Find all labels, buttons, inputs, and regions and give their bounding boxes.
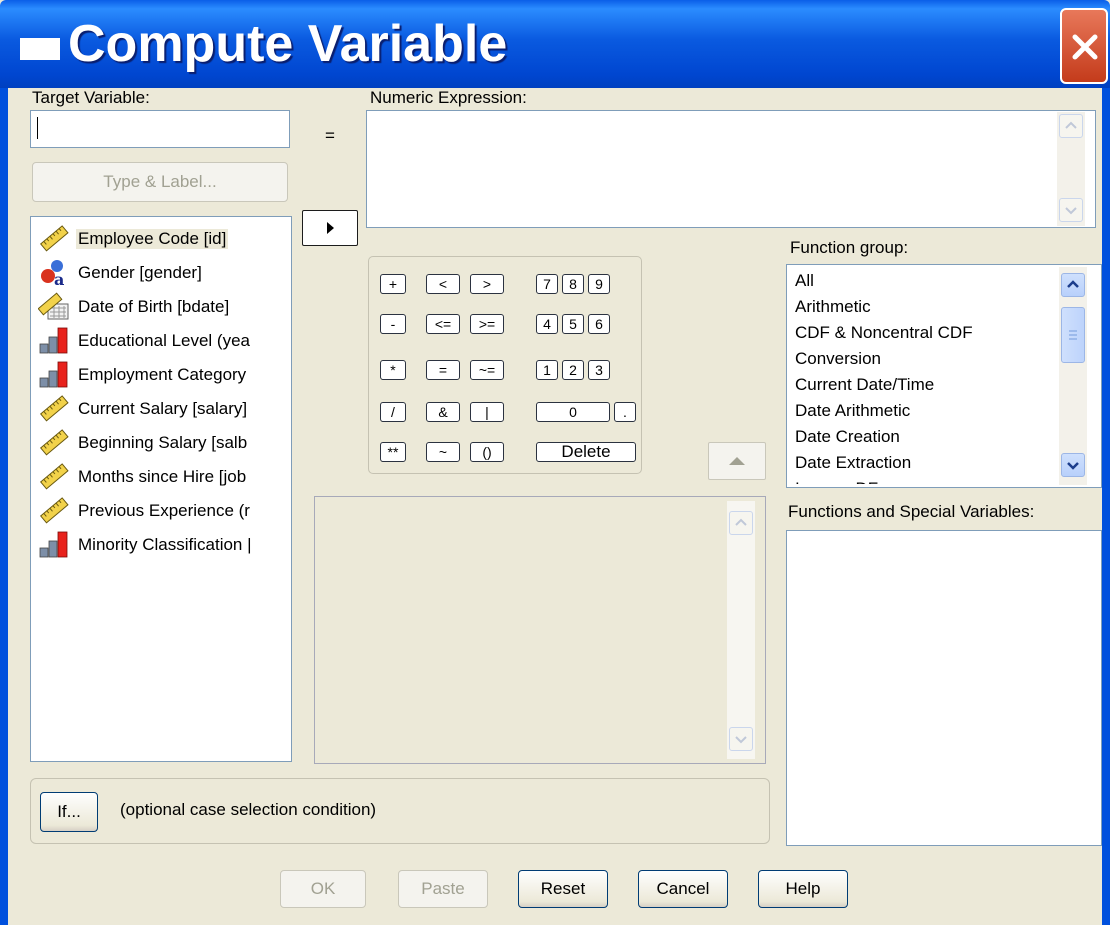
move-to-expression-button[interactable] [302,210,358,246]
close-button[interactable] [1060,8,1108,84]
function-group-scrollbar[interactable] [1059,267,1087,485]
functions-special-list[interactable] [786,530,1102,846]
if-button[interactable]: If... [40,792,98,832]
scroll-thumb[interactable] [1061,307,1085,363]
scroll-up-button[interactable] [1061,273,1085,297]
reset-button[interactable]: Reset [518,870,608,908]
compute-variable-dialog: Compute Variable Target Variable: = Type… [0,0,1110,925]
case-selection-text: (optional case selection condition) [120,800,377,819]
window-frame-right [1102,88,1110,925]
variable-list-item[interactable]: Employee Code [id] [38,224,229,254]
close-icon [1072,34,1098,60]
chevron-down-icon [1065,207,1077,215]
function-group-item[interactable]: Conversion [795,346,881,372]
target-variable-input[interactable] [30,110,290,148]
cancel-button[interactable]: Cancel [638,870,728,908]
chevron-up-icon [1067,280,1079,288]
scale-ruler-icon [38,224,72,254]
variable-label: Employee Code [id] [76,229,229,249]
equals-sign: = [325,126,335,145]
function-group-item[interactable]: All [795,268,814,294]
description-scrollbar[interactable] [727,501,755,759]
chevron-down-icon [1067,462,1079,470]
function-group-item[interactable]: Arithmetic [795,294,871,320]
function-group-item[interactable]: Date Arithmetic [795,398,910,424]
type-label-button[interactable]: Type & Label... [32,162,288,202]
variable-label: Previous Experience (r [78,501,250,520]
chevron-down-icon [735,736,747,744]
variable-list-item[interactable]: Previous Experience (r [38,496,252,526]
function-group-item[interactable]: Date Creation [795,424,900,450]
scroll-down-button[interactable] [729,727,753,751]
function-group-item[interactable]: Inverse DF [795,476,878,484]
paste-button[interactable]: Paste [398,870,488,908]
function-group-viewport: All Arithmetic CDF & Noncentral CDF Convers… [0,268,1060,484]
ordinal-bar-icon [38,530,72,560]
chevron-up-icon [1065,121,1077,129]
function-group-item[interactable]: CDF & Noncentral CDF [795,320,973,346]
ok-button[interactable]: OK [280,870,366,908]
expression-scrollbar[interactable] [1057,112,1085,226]
functions-special-label: Functions and Special Variables: [788,502,1035,521]
grip-icon [1069,330,1077,340]
function-group-label: Function group: [790,238,909,257]
target-variable-label: Target Variable: [32,88,150,107]
numeric-expression-label: Numeric Expression: [370,88,527,107]
text-caret [37,117,38,139]
numeric-expression-input[interactable] [366,110,1096,228]
scale-ruler-icon [38,496,72,526]
function-group-item[interactable]: Date Extraction [795,450,911,476]
window-menu-icon[interactable] [20,38,60,60]
chevron-up-icon [735,518,747,526]
function-group-item[interactable]: Current Date/Time [795,372,934,398]
arrow-right-icon [327,222,334,234]
scroll-down-button[interactable] [1059,198,1083,222]
window-title: Compute Variable [68,15,508,73]
scroll-down-button[interactable] [1061,453,1085,477]
title-bar[interactable]: Compute Variable [0,0,1110,88]
scroll-up-button[interactable] [729,511,753,535]
scroll-up-button[interactable] [1059,114,1083,138]
function-description-box [314,496,766,764]
variable-label: Minority Classification | [78,535,252,554]
help-button[interactable]: Help [758,870,848,908]
variable-list-item[interactable]: Minority Classification | [38,530,254,560]
window-frame-left [0,88,8,925]
